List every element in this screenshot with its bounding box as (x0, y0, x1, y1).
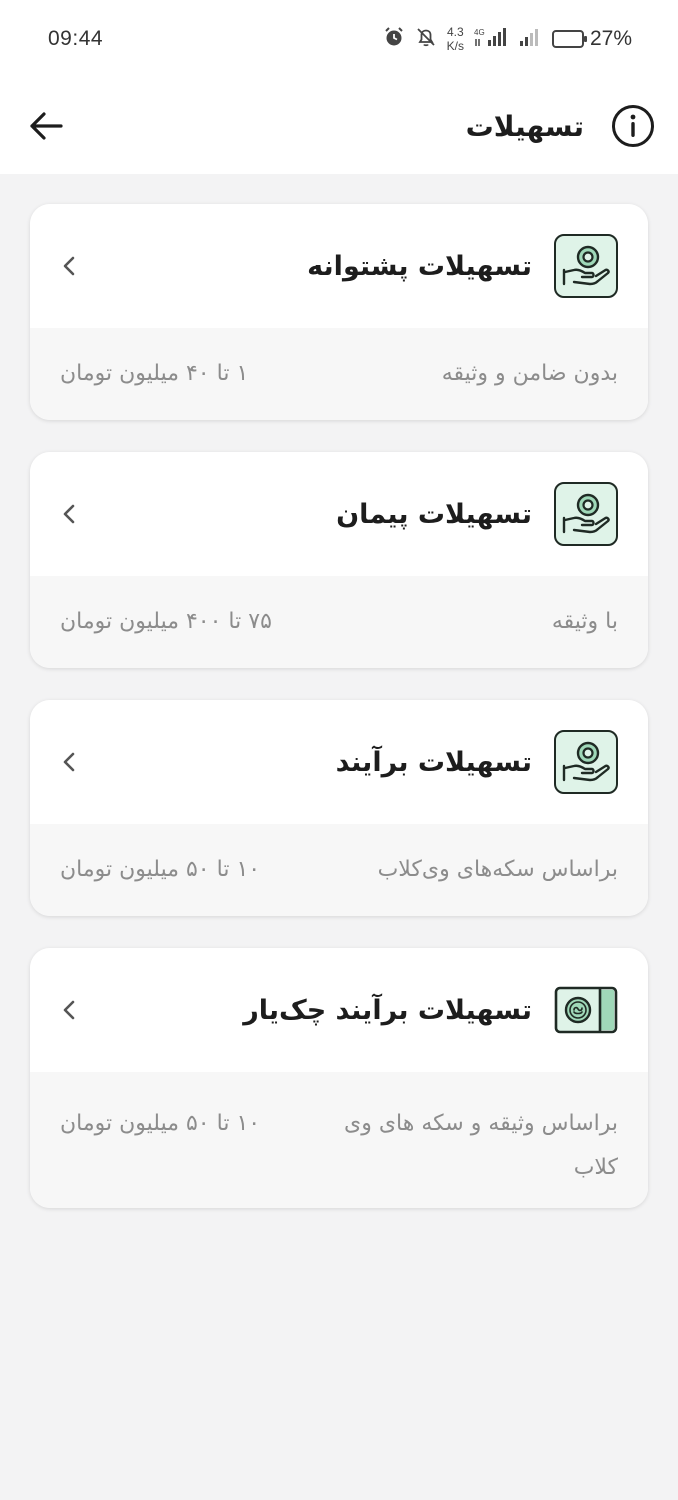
card-title-group: تسهیلات برآیند (336, 730, 618, 794)
facility-card-peyman[interactable]: تسهیلات پیمان ۷۵ تا ۴۰۰ میلیون تومان با … (30, 452, 648, 668)
chevron-left-icon (58, 999, 80, 1021)
chevron-left-icon (58, 503, 80, 525)
card-details: ۷۵ تا ۴۰۰ میلیون تومان با وثیقه (30, 576, 648, 668)
card-header: تسهیلات پشتوانه (30, 204, 648, 328)
page-title: تسهیلات (465, 109, 584, 143)
status-time: 09:44 (48, 27, 104, 50)
facility-card-barayand-chekyar[interactable]: تسهیلات برآیند چک‌یار ۱۰ تا ۵۰ میلیون تو… (30, 948, 648, 1208)
card-amount: ۱ تا ۴۰ میلیون تومان (60, 361, 249, 386)
card-title-group: تسهیلات پشتوانه (307, 234, 618, 298)
card-amount: ۷۵ تا ۴۰۰ میلیون تومان (60, 609, 272, 634)
card-amount: ۱۰ تا ۵۰ میلیون تومان (60, 857, 261, 882)
card-details: ۱ تا ۴۰ میلیون تومان بدون ضامن و وثیقه (30, 328, 648, 420)
title-group: تسهیلات (466, 103, 656, 149)
battery-icon (551, 30, 587, 48)
card-title-group: تسهیلات پیمان (336, 482, 618, 546)
status-bar: 09:44 4.3 K/s 4G 27% (0, 0, 678, 78)
hand-coin-icon (554, 730, 618, 794)
card-details: ۱۰ تا ۵۰ میلیون تومان براساس وثیقه و سکه… (30, 1072, 648, 1208)
card-header: تسهیلات برآیند (30, 700, 648, 824)
chevron-left-icon (58, 751, 80, 773)
card-title: تسهیلات برآیند (335, 746, 532, 778)
card-description: با وثیقه (551, 609, 618, 634)
info-icon (612, 105, 654, 147)
card-details: ۱۰ تا ۵۰ میلیون تومان براساس سکه‌های وی‌… (30, 824, 648, 916)
card-description: براساس سکه‌های وی‌کلاب (377, 857, 618, 882)
cheque-coin-icon (554, 978, 618, 1042)
card-title: تسهیلات برآیند چک‌یار (243, 994, 532, 1026)
card-title-group: تسهیلات برآیند چک‌یار (243, 978, 618, 1042)
card-header: تسهیلات برآیند چک‌یار (30, 948, 648, 1072)
facility-list: تسهیلات پشتوانه ۱ تا ۴۰ میلیون تومان بدو… (30, 204, 648, 1240)
card-title: تسهیلات پیمان (336, 498, 532, 530)
card-description: براساس وثیقه و سکه های وی کلاب (343, 1111, 618, 1180)
mute-bell-icon (415, 26, 437, 53)
info-button[interactable] (610, 103, 656, 149)
card-header: تسهیلات پیمان (30, 452, 648, 576)
facility-card-barayand[interactable]: تسهیلات برآیند ۱۰ تا ۵۰ میلیون تومان برا… (30, 700, 648, 916)
arrow-left-icon (30, 112, 63, 140)
card-amount: ۱۰ تا ۵۰ میلیون تومان (60, 1111, 261, 1136)
signal-icon (518, 26, 542, 53)
svg-text:4G: 4G (474, 28, 485, 37)
card-description: بدون ضامن و وثیقه (441, 361, 618, 386)
app-bar: تسهیلات (0, 78, 678, 174)
chevron-left-icon (58, 255, 80, 277)
card-title: تسهیلات پشتوانه (307, 250, 532, 282)
alarm-icon (383, 26, 405, 53)
net-speed: 4.3 K/s (447, 25, 464, 53)
status-icons: 4.3 K/s 4G 27% (383, 25, 632, 53)
net-speed-unit: K/s (446, 39, 464, 53)
facility-card-poshtvaneh[interactable]: تسهیلات پشتوانه ۱ تا ۴۰ میلیون تومان بدو… (30, 204, 648, 420)
back-button[interactable] (26, 106, 66, 146)
signal-4g-icon: 4G (474, 26, 508, 53)
net-speed-value: 4.3 (446, 25, 464, 39)
battery-percent: 27% (589, 27, 632, 50)
battery: 27% (551, 27, 632, 51)
hand-coin-icon (554, 234, 618, 298)
hand-coin-icon (554, 482, 618, 546)
